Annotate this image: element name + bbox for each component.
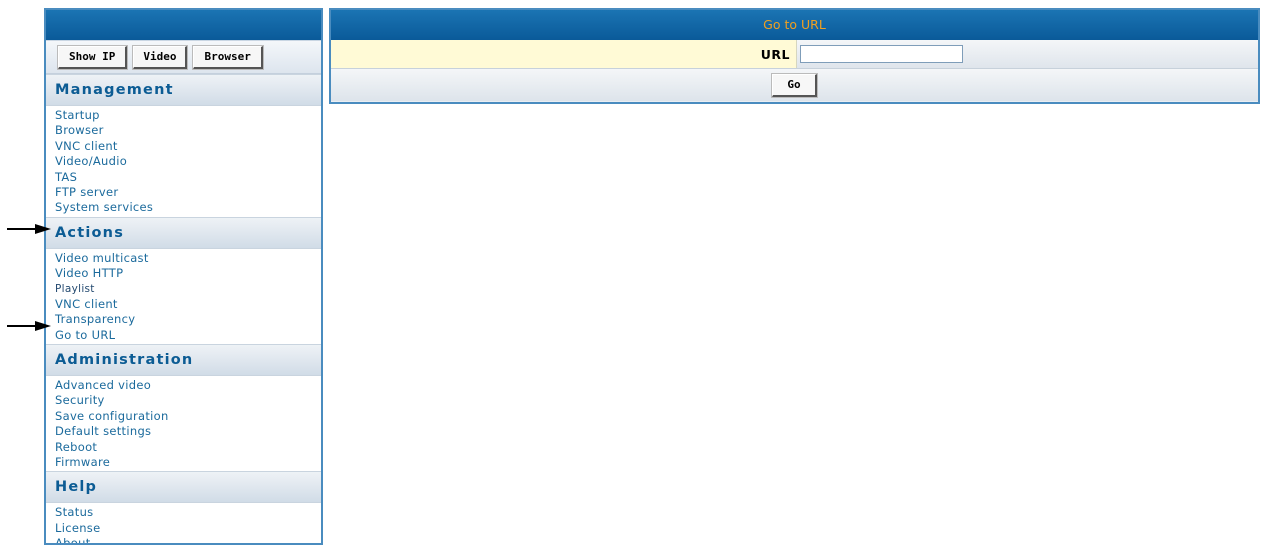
url-row: URL: [331, 40, 1258, 69]
video-button[interactable]: Video: [133, 45, 188, 69]
menu-management: Startup Browser VNC client Video/Audio T…: [46, 106, 321, 217]
arrow-right-icon: [7, 321, 51, 331]
menu-item-go-to-url[interactable]: Go to URL: [55, 328, 321, 343]
menu-item-vnc-client-action[interactable]: VNC client: [55, 297, 321, 312]
url-label: URL: [760, 46, 790, 62]
go-to-url-panel: Go to URL URL Go: [329, 8, 1260, 104]
menu-item-reboot[interactable]: Reboot: [55, 440, 321, 455]
menu-item-firmware[interactable]: Firmware: [55, 455, 321, 470]
menu-item-startup[interactable]: Startup: [55, 108, 321, 123]
menu-item-status[interactable]: Status: [55, 505, 321, 520]
menu-item-advanced-video[interactable]: Advanced video: [55, 378, 321, 393]
menu-item-transparency[interactable]: Transparency: [55, 312, 321, 327]
menu-item-security[interactable]: Security: [55, 393, 321, 408]
menu-item-system-services[interactable]: System services: [55, 200, 321, 215]
sidebar-header: [46, 10, 321, 41]
browser-button[interactable]: Browser: [193, 45, 263, 69]
section-title-administration: Administration: [46, 344, 321, 377]
menu-item-about[interactable]: About: [55, 536, 321, 543]
show-ip-button[interactable]: Show IP: [58, 45, 128, 69]
section-title-management: Management: [46, 74, 321, 106]
menu-item-vnc-client-settings[interactable]: VNC client: [55, 139, 321, 154]
arrow-right-icon: [7, 224, 51, 234]
menu-item-save-configuration[interactable]: Save configuration: [55, 409, 321, 424]
go-button[interactable]: Go: [772, 73, 817, 97]
menu-item-video-http[interactable]: Video HTTP: [55, 266, 321, 281]
menu-administration: Advanced video Security Save configurati…: [46, 376, 321, 471]
panel-title: Go to URL: [331, 10, 1258, 40]
menu-item-playlist[interactable]: Playlist: [55, 282, 321, 297]
sidebar: Show IP Video Browser Management Startup…: [44, 8, 323, 545]
menu-item-default-settings[interactable]: Default settings: [55, 424, 321, 439]
menu-item-video-multicast[interactable]: Video multicast: [55, 251, 321, 266]
url-input[interactable]: [800, 45, 963, 63]
menu-item-ftp-server[interactable]: FTP server: [55, 185, 321, 200]
go-row: Go: [331, 69, 1258, 101]
url-label-cell: URL: [331, 40, 797, 68]
menu-actions: Video multicast Video HTTP Playlist VNC …: [46, 249, 321, 344]
menu-item-license[interactable]: License: [55, 521, 321, 536]
menu-item-browser[interactable]: Browser: [55, 123, 321, 138]
menu-item-tas[interactable]: TAS: [55, 170, 321, 185]
menu-help: Status License About: [46, 503, 321, 543]
section-title-actions: Actions: [46, 216, 321, 249]
menu-item-video-audio[interactable]: Video/Audio: [55, 154, 321, 169]
section-title-help: Help: [46, 471, 321, 504]
sidebar-button-bar: Show IP Video Browser: [46, 41, 321, 74]
